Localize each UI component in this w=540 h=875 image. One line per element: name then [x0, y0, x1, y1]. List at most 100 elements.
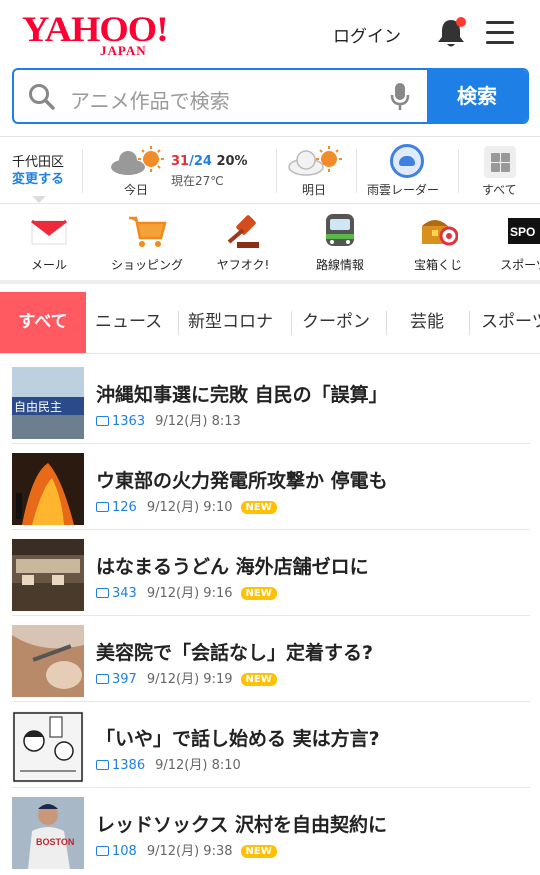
news-meta: 1363 9/12(月) 8:13 [96, 410, 241, 429]
current-temp: 現在27℃ [171, 174, 224, 188]
new-badge: NEW [240, 587, 277, 600]
all-label: すべて [482, 183, 517, 197]
news-thumbnail [12, 453, 84, 525]
news-item[interactable]: BOSTON レッドソックス 沢村を自由契約に 108 9/12(月) 9:38 N… [12, 788, 530, 874]
news-thumbnail [12, 539, 84, 611]
news-meta: 397 9/12(月) 9:19 NEW [96, 668, 277, 687]
news-date: 9/12(月) 8:10 [155, 758, 241, 773]
comment-icon [96, 416, 109, 426]
news-item[interactable]: 美容院で「会話なし」定着する? 397 9/12(月) 9:19 NEW [12, 616, 530, 702]
service-label: 宝箱くじ [413, 258, 462, 272]
service-mail[interactable]: メール [22, 212, 76, 273]
service-auction[interactable]: ヤフオク! [210, 212, 276, 273]
news-date: 9/12(月) 9:38 [146, 844, 233, 859]
news-title: 沖縄知事選に完敗 自民の「誤算」 [96, 384, 388, 406]
news-date: 9/12(月) 9:19 [146, 672, 233, 687]
change-location-link[interactable]: 変更する [12, 171, 64, 188]
news-thumbnail: 自由民主 [12, 367, 84, 439]
search-input[interactable]: アニメ作品で検索 [70, 85, 230, 114]
today-weather[interactable]: 今日 [108, 145, 168, 197]
location-name: 千代田区 [12, 155, 65, 170]
service-shopping[interactable]: ショッピング [104, 212, 190, 273]
comment-icon [96, 760, 109, 770]
comment-count: 343 [112, 586, 137, 601]
comment-icon [96, 846, 109, 856]
news-thumbnail [12, 625, 84, 697]
new-badge: NEW [240, 501, 277, 514]
news-meta: 1386 9/12(月) 8:10 [96, 754, 241, 773]
tomorrow-weather[interactable]: 明日 [286, 145, 346, 197]
grid-icon [484, 146, 516, 178]
today-temperature: 31/24 20% [171, 154, 248, 169]
service-sports[interactable]: SPO スポーツ [494, 212, 540, 273]
comment-count: 108 [112, 844, 137, 859]
news-title: はなまるうどん 海外店舗ゼロに [96, 556, 369, 578]
news-thumbnail [12, 711, 84, 783]
train-icon [320, 212, 360, 250]
news-title: レッドソックス 沢村を自由契約に [96, 814, 388, 836]
header: YAHOO! JAPAN ログイン [0, 0, 540, 66]
hamburger-menu-icon[interactable] [486, 21, 514, 45]
comment-count: 126 [112, 500, 137, 515]
comment-count: 1363 [112, 414, 146, 429]
new-badge: NEW [240, 845, 277, 858]
notification-bell-icon[interactable] [436, 17, 466, 49]
svg-text:SPO: SPO [510, 225, 535, 239]
news-title: ウ東部の火力発電所攻撃か 停電も [96, 470, 388, 492]
tab-sports[interactable]: スポーツ [481, 292, 540, 353]
cloudy-sunny-icon [111, 146, 164, 175]
logo-sub: JAPAN [100, 43, 147, 58]
svg-text:BOSTON: BOSTON [36, 837, 74, 847]
news-item[interactable]: 自由民主 沖縄知事選に完敗 自民の「誤算」 1363 9/12(月) 8:13 [12, 358, 530, 444]
sports-icon: SPO [504, 212, 540, 250]
news-meta: 108 9/12(月) 9:38 NEW [96, 840, 277, 859]
new-badge: NEW [240, 673, 277, 686]
tab-news[interactable]: ニュース [95, 292, 162, 353]
news-meta: 126 9/12(月) 9:10 NEW [96, 496, 277, 515]
tab-all[interactable]: すべて [0, 292, 86, 353]
service-shortcuts: メール ショッピング ヤフオク! 路線情報 宝箱くじ SPO スポー [0, 206, 540, 284]
service-label: スポーツ [500, 258, 540, 272]
search-bar: アニメ作品で検索 検索 [12, 68, 529, 124]
service-label: メール [30, 258, 67, 272]
tomorrow-label: 明日 [302, 183, 327, 197]
comment-count: 397 [112, 672, 137, 687]
tab-entertainment[interactable]: 芸能 [410, 292, 444, 353]
low-temp: 24 [193, 154, 212, 169]
news-date: 9/12(月) 9:16 [146, 586, 233, 601]
news-item[interactable]: 「いや」で話し始める 実は方言? 1386 9/12(月) 8:10 [12, 702, 530, 788]
comment-count: 1386 [112, 758, 146, 773]
news-item[interactable]: ウ東部の火力発電所攻撃か 停電も 126 9/12(月) 9:10 NEW [12, 444, 530, 530]
tab-coupon[interactable]: クーポン [302, 292, 370, 353]
login-link[interactable]: ログイン [333, 22, 401, 47]
auction-gavel-icon [223, 212, 263, 250]
service-label: ショッピング [110, 258, 183, 272]
shopping-cart-icon [127, 212, 167, 250]
high-temp: 31 [171, 154, 190, 169]
yahoo-japan-logo[interactable]: YAHOO! JAPAN [22, 11, 172, 58]
category-tabs: すべて ニュース 新型コロナ クーポン 芸能 スポーツ [0, 292, 540, 354]
search-button[interactable]: 検索 [427, 70, 527, 122]
service-transit[interactable]: 路線情報 [310, 212, 370, 273]
weather-location[interactable]: 千代田区 変更する [12, 154, 65, 203]
news-title: 「いや」で話し始める 実は方言? [96, 728, 380, 750]
precip-chance: 20% [216, 154, 248, 169]
rain-radar-icon [390, 144, 424, 178]
news-date: 9/12(月) 9:10 [146, 500, 233, 515]
today-label: 今日 [124, 183, 149, 197]
news-meta: 343 9/12(月) 9:16 NEW [96, 582, 277, 601]
rain-radar-label: 雨雲レーダー [367, 183, 440, 197]
service-label: ヤフオク! [216, 258, 270, 272]
news-date: 9/12(月) 8:13 [155, 414, 241, 429]
treasure-box-icon [418, 212, 459, 250]
microphone-icon[interactable] [389, 82, 411, 116]
comment-icon [96, 674, 109, 684]
service-treasure-lottery[interactable]: 宝箱くじ [408, 212, 468, 273]
cloudy-sunny-icon [288, 146, 342, 176]
news-item[interactable]: はなまるうどん 海外店舗ゼロに 343 9/12(月) 9:16 NEW [12, 530, 530, 616]
comment-icon [96, 588, 109, 598]
tab-covid[interactable]: 新型コロナ [188, 292, 273, 353]
svg-text:自由民主: 自由民主 [14, 400, 62, 414]
service-label: 路線情報 [315, 258, 364, 272]
comment-icon [96, 502, 109, 512]
